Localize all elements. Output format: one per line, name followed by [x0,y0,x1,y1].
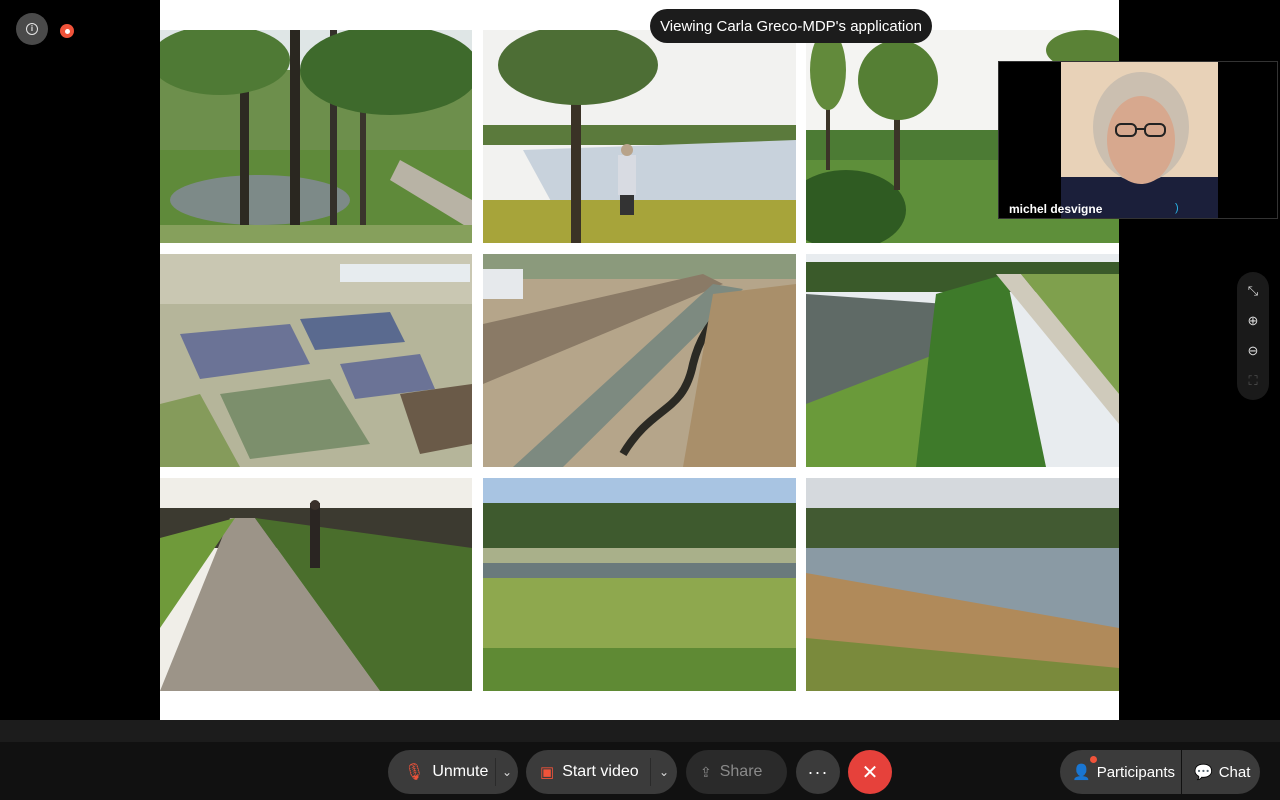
meeting-stage: Viewing Carla Greco-MDP's application i … [0,0,1280,720]
participant-video-feed [1061,62,1218,218]
toolbar-divider [0,720,1280,742]
photo-gravel-path [160,478,472,691]
photo-pond-path [806,254,1119,467]
participants-label: Participants [1096,763,1176,781]
zoom-in-icon[interactable]: ⊕ [1241,309,1265,333]
zoom-out-icon[interactable]: ⊖ [1241,339,1265,363]
meeting-toolbar: 🎙 Unmute ⌄ ▣ Start video ⌄ ⇪ Share ··· ✕… [0,742,1280,800]
photo-pond-figure [483,30,796,243]
share-icon: ⇪ [700,763,712,780]
audio-level-icon: ) [1175,202,1179,214]
photo-grass-lake [483,478,796,691]
chevron-down-icon[interactable]: ⌄ [651,765,677,779]
close-icon: ✕ [861,761,879,784]
participants-icon: 👤 [1072,764,1091,781]
participants-button[interactable]: 👤 Participants [1060,750,1181,794]
more-icon: ··· [807,761,829,782]
share-label: Share [719,763,763,780]
photo-aerial-basins [160,254,472,467]
muted-mic-icon: 🎙 [404,764,425,781]
unmute-button[interactable]: 🎙 Unmute ⌄ [388,750,518,794]
start-video-label: Start video [562,763,639,780]
photo-lake-meadow [806,478,1119,691]
info-icon: i [26,23,38,35]
shared-screen: Viewing Carla Greco-MDP's application [160,0,1119,720]
unmute-label: Unmute [432,763,489,780]
info-button[interactable]: i [16,13,48,45]
participant-video-tile[interactable]: michel desvigne ) [998,61,1278,219]
zoom-controls: ⤡ ⊕ ⊖ ⛶ [1237,272,1269,400]
start-video-button[interactable]: ▣ Start video ⌄ [526,750,677,794]
notification-badge [1090,756,1097,763]
leave-meeting-button[interactable]: ✕ [848,750,892,794]
participant-name: michel desvigne [1009,202,1103,216]
photo-forest-wetland [160,30,472,243]
chat-button[interactable]: 💬 Chat [1182,750,1260,794]
video-off-icon: ▣ [540,764,555,781]
collapse-icon[interactable]: ⤡ [1241,279,1265,303]
more-options-button[interactable]: ··· [796,750,840,794]
viewing-banner: Viewing Carla Greco-MDP's application [650,9,932,43]
share-button[interactable]: ⇪ Share [686,750,787,794]
photo-aerial-meander [483,254,796,467]
chevron-down-icon[interactable]: ⌄ [496,765,518,779]
chat-icon: 💬 [1194,764,1213,781]
fit-screen-icon[interactable]: ⛶ [1241,369,1265,393]
recording-dot-icon [60,24,74,38]
chat-label: Chat [1218,763,1251,781]
